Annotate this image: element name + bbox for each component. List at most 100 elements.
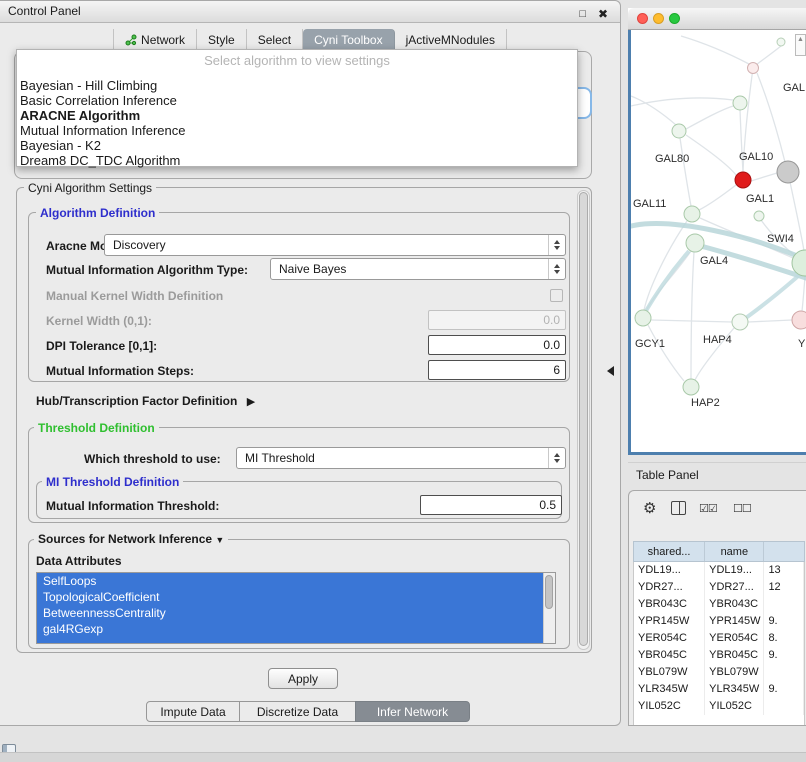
sources-section-toggle[interactable]: Sources for Network Inference ▼	[34, 532, 228, 546]
close-traffic-light[interactable]	[637, 13, 648, 24]
table-row[interactable]: YBR043C YBR043C	[634, 596, 804, 613]
table-row[interactable]: YLR345W YLR345W 9.	[634, 681, 804, 698]
deselect-all-checkboxes-icon[interactable]: ☐☐	[733, 502, 751, 515]
columns-icon[interactable]	[671, 501, 686, 515]
apply-button[interactable]: Apply	[268, 668, 338, 689]
chevron-right-icon: ▶	[247, 396, 255, 408]
which-threshold-label: Which threshold to use:	[84, 452, 221, 466]
table-row[interactable]: YBL079W YBL079W	[634, 664, 804, 681]
mi-type-value: Naive Bayes	[271, 259, 548, 279]
control-panel-title: Control Panel	[8, 4, 81, 18]
mi-threshold-field[interactable]: 0.5	[420, 495, 562, 515]
table-row[interactable]: YDR27... YDR27... 12	[634, 579, 804, 596]
gear-icon[interactable]: ⚙	[643, 499, 656, 517]
close-window-icon[interactable]: ✖	[598, 4, 608, 25]
settings-scrollbar-thumb[interactable]	[579, 192, 588, 646]
table-panel-title: Table Panel	[628, 462, 806, 486]
network-highlight-edges	[631, 224, 806, 279]
node-label: Y	[798, 338, 805, 350]
manual-kernel-checkbox[interactable]	[550, 289, 563, 302]
list-item-gal4rgexp[interactable]: gal4RGexp	[37, 621, 545, 637]
combo-stepper-icon	[548, 259, 565, 279]
column-header-name[interactable]: name	[705, 542, 764, 561]
settings-scrollbar[interactable]	[577, 190, 590, 650]
control-panel-tabbar: Network Style Select Cyni Toolbox jActiv…	[0, 29, 620, 51]
column-header-partial[interactable]	[764, 542, 804, 561]
network-window-titlebar[interactable]	[628, 8, 806, 30]
select-all-checkboxes-icon[interactable]: ☑☑	[699, 502, 717, 515]
network-canvas[interactable]: GAL80 GAL10 GAL11 GAL1 SWI4 GAL4 GCY1 HA…	[628, 30, 806, 455]
tab-jactivemnodules[interactable]: jActiveMNodules	[395, 29, 507, 51]
tab-impute-data[interactable]: Impute Data	[146, 701, 240, 722]
table-panel-window: ⚙ ☑☑ ☐☐ shared... name YDL19... YDL19...…	[628, 490, 806, 726]
kernel-width-field[interactable]: 0.0	[428, 310, 566, 330]
combo-stepper-icon	[548, 235, 565, 255]
data-attributes-label: Data Attributes	[36, 554, 122, 568]
list-item-betweennesscentrality[interactable]: BetweennessCentrality	[37, 605, 545, 621]
which-threshold-combobox[interactable]: MI Threshold	[236, 447, 566, 469]
control-panel-titlebar[interactable]: Control Panel □ ✖	[0, 1, 620, 23]
tab-cyni-toolbox[interactable]: Cyni Toolbox	[303, 29, 394, 51]
mi-type-combobox[interactable]: Naive Bayes	[270, 258, 566, 280]
manual-kernel-label: Manual Kernel Width Definition	[46, 289, 223, 303]
node-label: GAL80	[655, 153, 689, 165]
algorithm-definition-title: Algorithm Definition	[36, 206, 159, 220]
algorithm-dropdown-placeholder: Select algorithm to view settings	[17, 53, 577, 68]
table-row[interactable]: YPR145W YPR145W 9.	[634, 613, 804, 630]
network-view-window: GAL80 GAL10 GAL11 GAL1 SWI4 GAL4 GCY1 HA…	[628, 8, 806, 455]
node-label: HAP4	[703, 334, 732, 346]
combo-stepper-icon	[548, 448, 565, 468]
table-row[interactable]: YBR045C YBR045C 9.	[634, 647, 804, 664]
list-item-partial[interactable]	[37, 637, 545, 644]
chevron-down-icon: ▼	[215, 535, 224, 545]
mi-steps-label: Mutual Information Steps:	[46, 364, 194, 378]
dpi-tolerance-label: DPI Tolerance [0,1]:	[46, 339, 157, 353]
algorithm-dropdown-popup: Select algorithm to view settings Bayesi…	[16, 49, 578, 167]
hub-section-toggle[interactable]: Hub/Transcription Factor Definition ▶	[36, 394, 255, 408]
dpi-tolerance-field[interactable]: 0.0	[428, 335, 566, 355]
tab-network[interactable]: Network	[113, 29, 197, 51]
tab-style[interactable]: Style	[197, 29, 247, 51]
tab-network-label: Network	[141, 33, 185, 47]
mi-threshold-label: Mutual Information Threshold:	[46, 499, 219, 513]
table-row[interactable]: YER054C YER054C 8.	[634, 630, 804, 647]
float-window-icon[interactable]: □	[579, 4, 586, 25]
dropdown-item-bayesian-hill-climbing[interactable]: Bayesian - Hill Climbing	[20, 78, 157, 93]
dropdown-item-mutual-information[interactable]: Mutual Information Inference	[20, 123, 185, 138]
panel-collapse-arrow[interactable]	[607, 366, 614, 376]
aracne-mode-value: Discovery	[105, 235, 548, 255]
list-item-topologicalcoefficient[interactable]: TopologicalCoefficient	[37, 589, 545, 605]
table-body: YDL19... YDL19... 13 YDR27... YDR27... 1…	[633, 562, 805, 726]
tab-infer-network[interactable]: Infer Network	[355, 701, 470, 722]
node-label: GAL10	[739, 151, 773, 163]
network-scrollbar[interactable]: ▲	[795, 34, 806, 56]
node-label: GAL11	[633, 198, 666, 210]
tab-select[interactable]: Select	[247, 29, 303, 51]
node-label: HAP2	[691, 397, 720, 409]
node-label: GAL1	[746, 193, 774, 205]
table-row[interactable]: YDL19... YDL19... 13	[634, 562, 804, 579]
node-label: GAL4	[700, 255, 728, 267]
aracne-mode-combobox[interactable]: Discovery	[104, 234, 566, 256]
mi-type-label: Mutual Information Algorithm Type:	[46, 263, 248, 277]
dropdown-item-aracne[interactable]: ARACNE Algorithm	[20, 108, 140, 123]
list-scrollbar-thumb[interactable]	[545, 575, 553, 609]
tab-discretize-data[interactable]: Discretize Data	[239, 701, 356, 722]
node-label: SWI4	[767, 233, 794, 245]
column-header-shared-name[interactable]: shared...	[634, 542, 705, 561]
status-bar	[0, 752, 806, 762]
list-scrollbar[interactable]	[543, 573, 555, 643]
table-header-row: shared... name	[633, 541, 805, 562]
minimize-traffic-light[interactable]	[653, 13, 664, 24]
zoom-traffic-light[interactable]	[669, 13, 680, 24]
dropdown-item-dream8[interactable]: Dream8 DC_TDC Algorithm	[20, 153, 180, 168]
mi-steps-field[interactable]: 6	[428, 360, 566, 380]
kernel-width-label: Kernel Width (0,1):	[46, 314, 152, 328]
dropdown-item-basic-correlation[interactable]: Basic Correlation Inference	[20, 93, 177, 108]
dropdown-item-bayesian-k2[interactable]: Bayesian - K2	[20, 138, 101, 153]
table-row[interactable]: YIL052C YIL052C	[634, 698, 804, 715]
node-label: GCY1	[635, 338, 665, 350]
list-item-selfloops[interactable]: SelfLoops	[37, 573, 545, 589]
cyni-settings-title: Cyni Algorithm Settings	[24, 181, 156, 195]
data-attributes-list[interactable]: SelfLoops TopologicalCoefficient Between…	[36, 572, 556, 644]
